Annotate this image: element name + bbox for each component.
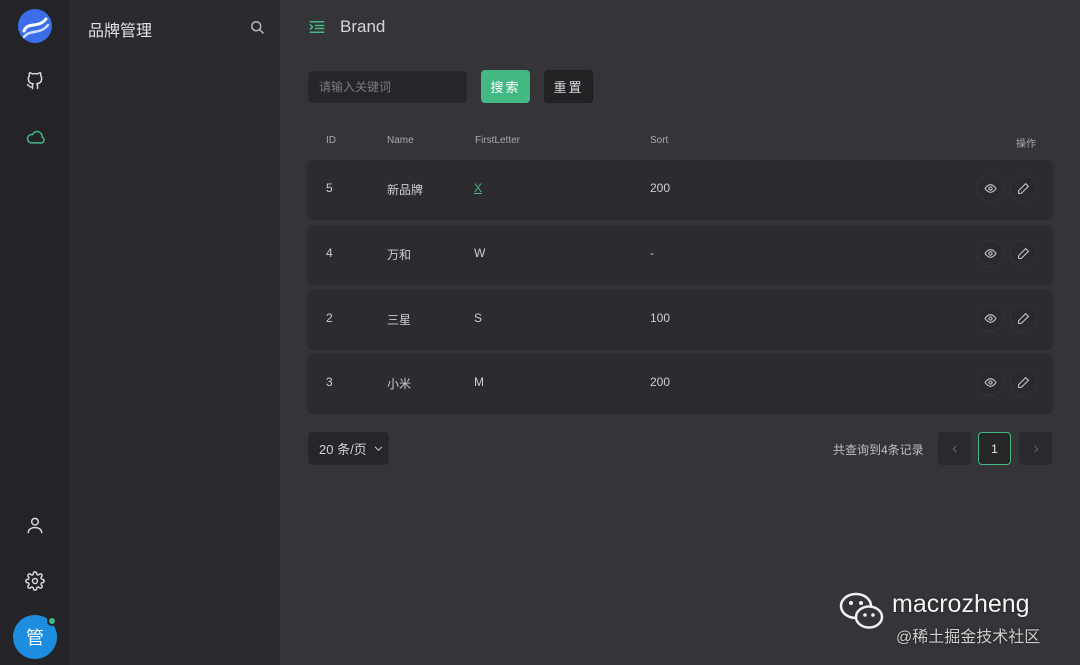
cell-first-letter: M	[474, 375, 484, 389]
sidebar-title: 品牌管理	[88, 23, 153, 40]
eye-icon	[984, 184, 997, 193]
cell-name: 小米	[387, 377, 412, 391]
edit-icon	[1018, 247, 1030, 259]
edit-icon	[1018, 182, 1030, 194]
cell-sort: -	[650, 246, 654, 260]
edit-icon	[1018, 312, 1030, 324]
wechat-icon	[839, 592, 884, 629]
view-button[interactable]	[977, 175, 1004, 202]
column-header-name: Name	[387, 135, 414, 146]
cell-first-letter: S	[474, 311, 483, 325]
table-row: 5 新品牌 X 200	[308, 160, 1052, 218]
watermark: macrozheng @稀土掘金技术社区	[838, 590, 1074, 660]
cell-name: 三星	[387, 313, 412, 327]
cloud-icon[interactable]	[20, 122, 50, 152]
column-header-actions: 操作	[1016, 139, 1036, 150]
cell-sort: 100	[650, 311, 671, 325]
table-header: ID Name FirstLetter Sort 操作	[308, 132, 1052, 152]
page-size-label: 20 条/页	[319, 442, 367, 457]
watermark-subtitle: @稀土掘金技术社区	[896, 629, 1041, 646]
github-icon[interactable]	[20, 66, 50, 96]
page-header: Brand	[308, 15, 385, 39]
eye-icon	[984, 378, 997, 387]
cell-id: 4	[326, 246, 333, 260]
cell-first-letter: W	[474, 246, 486, 260]
cell-id: 5	[326, 181, 333, 195]
avatar[interactable]: 管	[13, 615, 57, 659]
next-page-button[interactable]	[1019, 432, 1052, 465]
icon-rail: 管	[0, 0, 70, 665]
gear-icon[interactable]	[20, 566, 50, 596]
chevron-right-icon	[1033, 445, 1038, 452]
view-button[interactable]	[977, 369, 1004, 396]
column-header-firstletter: FirstLetter	[475, 135, 521, 146]
avatar-text: 管	[26, 628, 44, 648]
reset-button[interactable]: 重置	[544, 70, 593, 103]
chevron-down-icon	[374, 446, 382, 452]
cell-name: 万和	[387, 248, 412, 262]
eye-icon	[984, 314, 997, 323]
cell-id: 2	[326, 311, 333, 325]
total-records-text: 共查询到4条记录	[833, 443, 924, 457]
cell-sort: 200	[650, 181, 671, 195]
edit-button[interactable]	[1010, 175, 1037, 202]
keyword-search-input[interactable]	[308, 71, 467, 103]
menu-fold-icon[interactable]	[308, 18, 326, 36]
prev-page-button[interactable]	[938, 432, 971, 465]
view-button[interactable]	[977, 240, 1004, 267]
online-status-dot	[47, 616, 57, 626]
edit-button[interactable]	[1010, 369, 1037, 396]
user-icon[interactable]	[20, 510, 50, 540]
column-header-id: ID	[326, 135, 336, 146]
page-number-button[interactable]: 1	[978, 432, 1011, 465]
main-content: Brand 搜索 重置 ID Name FirstLetter Sort 操作 …	[280, 0, 1080, 665]
cell-sort: 200	[650, 375, 671, 389]
edit-icon	[1018, 376, 1030, 388]
app-logo[interactable]	[18, 9, 52, 43]
search-icon[interactable]	[248, 18, 266, 36]
edit-button[interactable]	[1010, 305, 1037, 332]
cell-name: 新品牌	[387, 183, 424, 197]
chevron-left-icon	[952, 445, 957, 452]
view-button[interactable]	[977, 305, 1004, 332]
cell-first-letter-link[interactable]: X	[474, 181, 482, 195]
sidebar: 品牌管理	[70, 0, 280, 665]
column-header-sort: Sort	[650, 135, 669, 146]
edit-button[interactable]	[1010, 240, 1037, 267]
table-row: 4 万和 W -	[308, 225, 1052, 283]
page-size-select[interactable]: 20 条/页	[308, 432, 389, 465]
table-row: 3 小米 M 200	[308, 354, 1052, 412]
page-title: Brand	[340, 17, 386, 36]
watermark-name: macrozheng	[892, 590, 1030, 618]
search-button[interactable]: 搜索	[481, 70, 530, 103]
table-row: 2 三星 S 100	[308, 290, 1052, 348]
cell-id: 3	[326, 375, 333, 389]
eye-icon	[984, 249, 997, 258]
